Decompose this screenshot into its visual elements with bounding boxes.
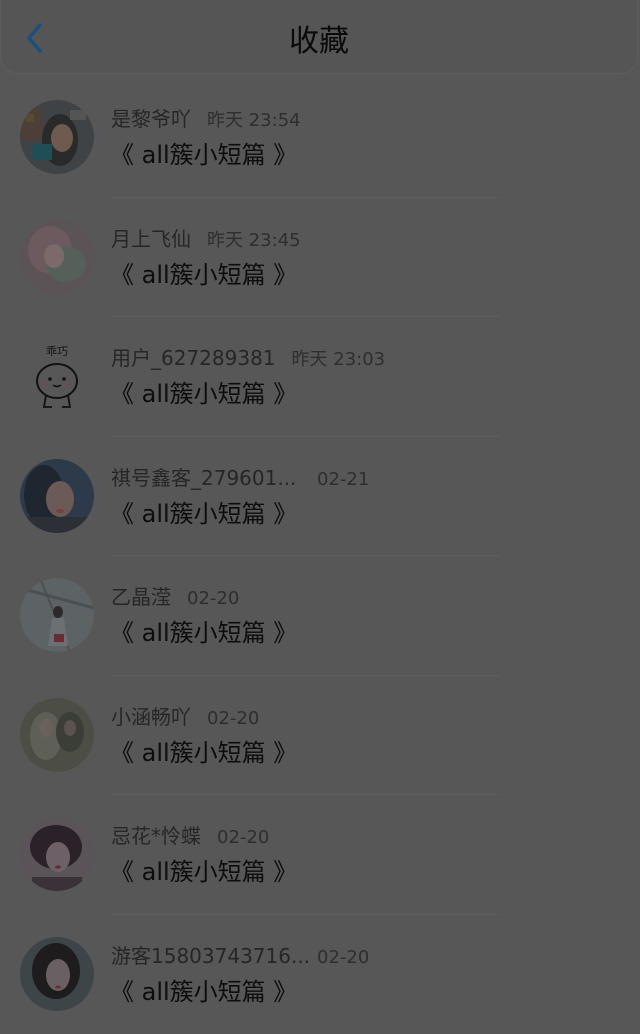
- user-name[interactable]: 用户_627289381: [111, 343, 276, 373]
- user-name[interactable]: 月上飞仙: [111, 224, 191, 254]
- avatar[interactable]: [20, 220, 94, 294]
- user-name[interactable]: 小涵畅吖: [111, 702, 191, 732]
- timestamp: 02-20: [187, 584, 239, 614]
- document-title[interactable]: 《 all簇小短篇 》: [110, 258, 297, 292]
- list-item[interactable]: 乖巧 用户_627289381 昨天 23:03 《 all簇小短篇 》: [0, 317, 640, 437]
- timestamp: 02-20: [317, 943, 369, 973]
- item-meta: 小涵畅吖 02-20: [111, 702, 259, 732]
- page-title: 收藏: [1, 22, 637, 62]
- item-meta: 是黎爷吖昨天 23:54: [111, 104, 301, 134]
- item-meta: 用户_627289381 昨天 23:03: [111, 343, 385, 373]
- avatar[interactable]: [20, 698, 94, 772]
- favorites-list: 是黎爷吖昨天 23:54 《 all簇小短篇 》 月上飞仙昨天 23:45 《 …: [0, 78, 640, 1034]
- list-item[interactable]: 乙晶滢 02-20 《 all簇小短篇 》: [0, 556, 640, 676]
- item-meta: 忌花*怜蝶 02-20: [111, 821, 269, 851]
- item-meta: 祺号鑫客_279601... 02-21: [111, 463, 369, 493]
- timestamp: 昨天 23:54: [207, 106, 301, 136]
- list-item[interactable]: 小涵畅吖 02-20 《 all簇小短篇 》: [0, 676, 640, 796]
- document-title[interactable]: 《 all簇小短篇 》: [110, 497, 297, 531]
- item-meta: 游客15803743716... 02-20: [111, 941, 369, 971]
- avatar[interactable]: [20, 578, 94, 652]
- top-bar: 收藏: [0, 0, 638, 74]
- list-item[interactable]: 月上飞仙昨天 23:45 《 all簇小短篇 》: [0, 198, 640, 318]
- item-meta: 月上飞仙昨天 23:45: [111, 224, 301, 254]
- user-name[interactable]: 忌花*怜蝶: [111, 821, 201, 851]
- document-title[interactable]: 《 all簇小短篇 》: [110, 616, 297, 650]
- user-name[interactable]: 游客15803743716...: [111, 941, 301, 971]
- timestamp: 02-21: [317, 465, 369, 495]
- user-name[interactable]: 乙晶滢: [111, 582, 171, 612]
- document-title[interactable]: 《 all簇小短篇 》: [110, 975, 297, 1009]
- avatar[interactable]: [20, 817, 94, 891]
- avatar[interactable]: [20, 937, 94, 1011]
- timestamp: 昨天 23:03: [292, 345, 386, 375]
- list-item[interactable]: 忌花*怜蝶 02-20 《 all簇小短篇 》: [0, 795, 640, 915]
- timestamp: 02-20: [217, 823, 269, 853]
- item-meta: 乙晶滢 02-20: [111, 582, 239, 612]
- list-item[interactable]: 是黎爷吖昨天 23:54 《 all簇小短篇 》: [0, 78, 640, 198]
- document-title[interactable]: 《 all簇小短篇 》: [110, 377, 297, 411]
- list-item[interactable]: 祺号鑫客_279601... 02-21 《 all簇小短篇 》: [0, 437, 640, 557]
- avatar[interactable]: [20, 100, 94, 174]
- avatar[interactable]: [20, 459, 94, 533]
- timestamp: 昨天 23:45: [207, 226, 301, 256]
- document-title[interactable]: 《 all簇小短篇 》: [110, 138, 297, 172]
- user-name[interactable]: 祺号鑫客_279601...: [111, 463, 301, 493]
- list-item[interactable]: 游客15803743716... 02-20 《 all簇小短篇 》: [0, 915, 640, 1034]
- document-title[interactable]: 《 all簇小短篇 》: [110, 736, 297, 770]
- avatar[interactable]: 乖巧: [20, 339, 94, 413]
- avatar-caption: 乖巧: [20, 345, 94, 359]
- document-title[interactable]: 《 all簇小短篇 》: [110, 855, 297, 889]
- timestamp: 02-20: [207, 704, 259, 734]
- user-name[interactable]: 是黎爷吖: [111, 104, 191, 134]
